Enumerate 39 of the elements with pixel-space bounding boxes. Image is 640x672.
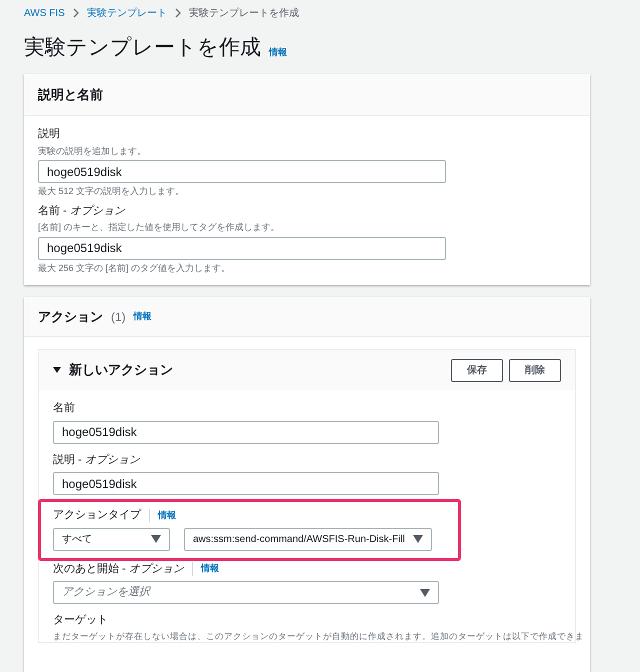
info-link[interactable]: 情報 bbox=[149, 508, 176, 522]
text-field[interactable]: hoge0519disk bbox=[53, 420, 439, 444]
chevron-right-icon bbox=[72, 8, 79, 18]
field-label: 名前 - オプション bbox=[38, 204, 125, 218]
breadcrumb-link[interactable]: 実験テンプレート bbox=[86, 6, 167, 20]
breadcrumb-link[interactable]: AWS FIS bbox=[24, 6, 65, 20]
field-hint: まだターゲットが存在しない場合は、このアクションのターゲットが自動的に作成されます。追加のターゲットは以下で作成できま bbox=[53, 630, 584, 642]
info-link[interactable]: 情報 bbox=[192, 562, 219, 576]
field-label: ターゲット bbox=[53, 613, 108, 628]
caret-down-icon bbox=[420, 588, 430, 596]
select-field[interactable]: アクションを選択 bbox=[53, 581, 439, 604]
page-title: 実験テンプレートを作成 bbox=[24, 35, 261, 61]
field-label: 説明 - オプション bbox=[53, 452, 140, 468]
info-link[interactable]: 情報 bbox=[134, 310, 152, 324]
action-button[interactable]: 保存 bbox=[451, 358, 503, 382]
action-title: 新しいアクション bbox=[69, 361, 173, 380]
caret-down-icon bbox=[151, 535, 161, 543]
breadcrumb-current: 実験テンプレートを作成 bbox=[188, 6, 299, 20]
field-label: 説明 bbox=[38, 127, 60, 142]
select-field[interactable]: aws:ssm:send-command/AWSFIS-Run-Disk-Fill bbox=[184, 528, 432, 550]
text-field[interactable]: hoge0519disk bbox=[38, 236, 446, 260]
select-field[interactable]: すべて bbox=[53, 528, 170, 550]
info-link[interactable]: 情報 bbox=[269, 46, 287, 59]
field-hint: 実験の説明を追加します。 bbox=[38, 144, 147, 158]
field-hint: [名前] のキーと、指定した値を使用してタグを作成します。 bbox=[38, 221, 281, 234]
caret-down-icon[interactable] bbox=[53, 366, 61, 374]
field-constraint: 最大 512 文字の説明を入力します。 bbox=[38, 185, 186, 198]
field-label: アクションタイプ bbox=[53, 508, 141, 523]
caret-down-icon bbox=[413, 535, 423, 543]
text-field[interactable]: hoge0519disk bbox=[38, 160, 446, 183]
field-label: 次のあと開始 - オプション bbox=[53, 562, 184, 576]
section-title: アクション bbox=[38, 308, 103, 326]
field-label: 名前 bbox=[53, 401, 75, 416]
section-title: 説明と名前 bbox=[38, 86, 103, 104]
text-field[interactable]: hoge0519disk bbox=[53, 472, 439, 495]
field-constraint: 最大 256 文字の [名前] のタグ値を入力します。 bbox=[38, 262, 232, 275]
action-count: (1) bbox=[111, 308, 126, 326]
action-button[interactable]: 削除 bbox=[509, 358, 561, 382]
chevron-right-icon bbox=[174, 8, 181, 18]
